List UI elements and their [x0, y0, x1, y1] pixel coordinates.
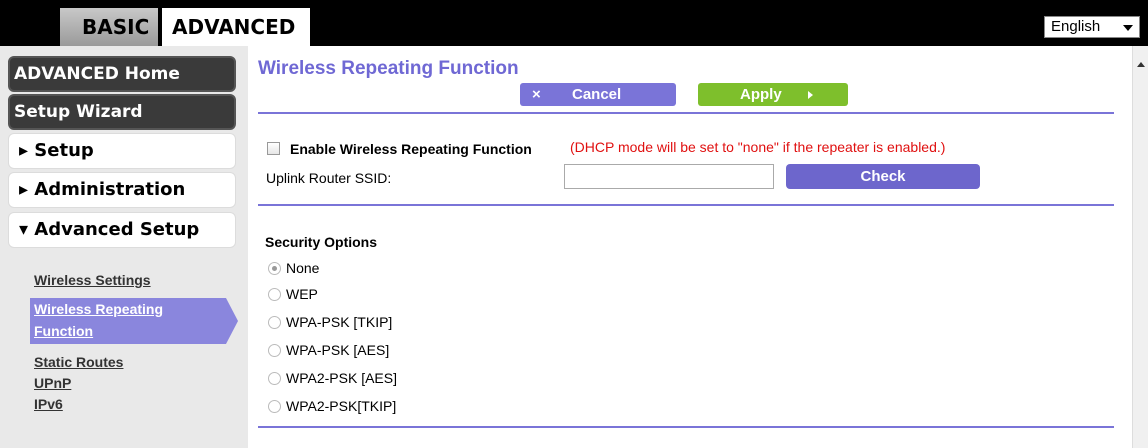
- sidebar-link-wireless-settings[interactable]: Wireless Settings: [34, 272, 151, 288]
- cancel-button[interactable]: × Cancel: [520, 83, 676, 106]
- tab-basic[interactable]: BASIC: [60, 8, 158, 46]
- sidebar-item-setup[interactable]: ▸ Setup: [8, 133, 236, 169]
- security-option-label: WPA2-PSK[TKIP]: [286, 398, 397, 414]
- top-bar: BASIC ADVANCED English: [0, 0, 1148, 46]
- cancel-label: Cancel: [572, 86, 622, 103]
- security-options-title: Security Options: [265, 234, 378, 250]
- chevron-down-icon: [1123, 25, 1133, 31]
- radio-security-wep[interactable]: [268, 288, 281, 301]
- security-option-label: WEP: [286, 286, 318, 302]
- language-select[interactable]: English: [1044, 16, 1140, 38]
- close-icon: ×: [532, 86, 541, 103]
- scrollbar[interactable]: [1132, 46, 1148, 448]
- sidebar-item-administration[interactable]: ▸ Administration: [8, 172, 236, 208]
- apply-button[interactable]: Apply: [698, 83, 848, 106]
- divider: [258, 204, 1114, 206]
- sidebar-link-upnp[interactable]: UPnP: [34, 375, 71, 391]
- security-option-label: None: [286, 260, 320, 276]
- radio-security-wpa-psk-aes[interactable]: [268, 344, 281, 357]
- page-title: Wireless Repeating Function: [258, 58, 519, 79]
- security-option-label: WPA-PSK [AES]: [286, 342, 390, 358]
- apply-label: Apply: [740, 86, 782, 103]
- radio-security-wpa2-psk-aes[interactable]: [268, 372, 281, 385]
- sidebar-link-ipv6[interactable]: IPv6: [34, 396, 63, 412]
- sidebar-item-advanced-setup[interactable]: ▾ Advanced Setup: [8, 212, 236, 248]
- enable-repeating-label: Enable Wireless Repeating Function: [290, 141, 532, 157]
- divider: [258, 426, 1114, 428]
- tab-advanced[interactable]: ADVANCED: [162, 8, 310, 46]
- play-arrow-icon: [808, 91, 813, 99]
- divider: [258, 112, 1114, 114]
- language-selected: English: [1051, 18, 1101, 35]
- sidebar-link-wireless-repeating[interactable]: Wireless Repeating: [34, 301, 163, 317]
- sidebar-item-advanced-home[interactable]: ADVANCED Home: [8, 56, 236, 92]
- sidebar-link-static-routes[interactable]: Static Routes: [34, 354, 123, 370]
- sidebar-link-wireless-repeating-function[interactable]: Function: [34, 323, 93, 339]
- security-option-label: WPA-PSK [TKIP]: [286, 314, 393, 330]
- ssid-input[interactable]: [564, 164, 774, 189]
- radio-security-none[interactable]: [268, 262, 281, 275]
- radio-security-wpa-psk-tkip[interactable]: [268, 316, 281, 329]
- sidebar: ADVANCED Home Setup Wizard ▸ Setup ▸ Adm…: [0, 46, 248, 448]
- sidebar-active-arrow: [226, 298, 238, 344]
- ssid-label: Uplink Router SSID:: [266, 170, 392, 186]
- scroll-up-arrow-icon[interactable]: [1137, 62, 1145, 67]
- check-button[interactable]: Check: [786, 164, 980, 189]
- main-content: Wireless Repeating Function × Cancel App…: [248, 46, 1148, 448]
- radio-security-wpa2-psk-tkip[interactable]: [268, 400, 281, 413]
- enable-repeating-checkbox[interactable]: [267, 142, 280, 155]
- security-option-label: WPA2-PSK [AES]: [286, 370, 397, 386]
- sidebar-item-setup-wizard[interactable]: Setup Wizard: [8, 94, 236, 130]
- dhcp-warning-note: (DHCP mode will be set to "none" if the …: [570, 139, 946, 155]
